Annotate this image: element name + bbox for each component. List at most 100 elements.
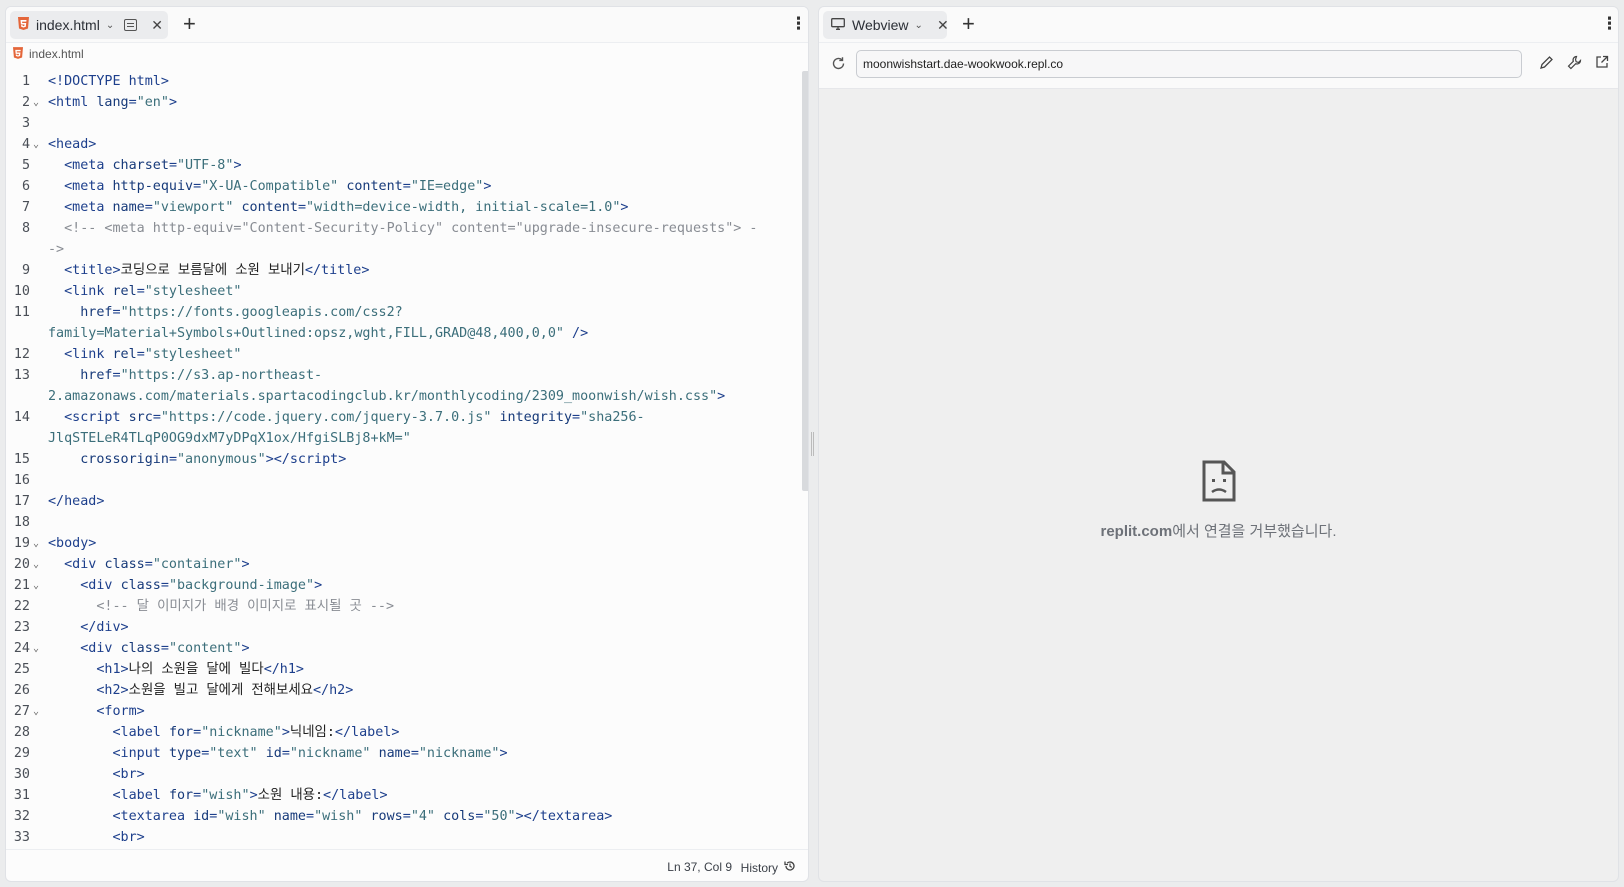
code-line[interactable]: 5 <meta charset="UTF-8"> (6, 155, 796, 176)
code-text: <label for="wish">소원 내용:</label> (112, 788, 388, 803)
line-number: 32 (13, 809, 30, 824)
more-options-icon[interactable]: ⋮ (790, 15, 807, 33)
code-line[interactable]: 10 <link rel="stylesheet" (6, 281, 796, 302)
code-line[interactable]: 25 <h1>나의 소원을 달에 빌다</h1> (6, 659, 796, 680)
code-line[interactable]: 31 <label for="wish">소원 내용:</label> (6, 785, 796, 806)
more-options-icon[interactable]: ⋮ (1601, 15, 1618, 33)
code-line[interactable]: 9 <title>코딩으로 보름달에 소원 보내기</title> (6, 260, 796, 281)
code-line[interactable]: 29 <input type="text" id="nickname" name… (6, 743, 796, 764)
history-button[interactable]: History (741, 860, 796, 875)
code-line[interactable]: 13 href="https://s3.ap-northeast- (6, 365, 796, 386)
chevron-down-icon[interactable]: ⌄ (915, 20, 923, 31)
code-text: <body> (48, 536, 97, 551)
code-line[interactable]: 7 <meta name="viewport" content="width=d… (6, 197, 796, 218)
code-line[interactable]: 14 <script src="https://code.jquery.com/… (6, 407, 796, 428)
code-text: <!DOCTYPE html> (48, 74, 169, 89)
url-input[interactable] (856, 50, 1522, 78)
code-text: -> (48, 242, 65, 257)
code-text: <textarea id="wish" name="wish" rows="4"… (112, 809, 613, 824)
pane-resize-handle[interactable] (811, 432, 814, 456)
reload-icon[interactable] (831, 56, 846, 75)
fold-chevron-icon[interactable]: ⌄ (33, 701, 39, 722)
code-line[interactable]: 2.amazonaws.com/materials.spartacodingcl… (6, 386, 796, 407)
code-line[interactable]: 17 </head> (6, 491, 796, 512)
tab-label: Webview (852, 17, 909, 33)
code-text: <html lang="en"> (48, 95, 177, 110)
code-line[interactable]: 11 href="https://fonts.googleapis.com/cs… (6, 302, 796, 323)
code-line[interactable]: -> (6, 239, 796, 260)
code-line[interactable]: 27 ⌄ <form> (6, 701, 796, 722)
code-line[interactable]: 18 (6, 512, 796, 533)
code-text: <br> (112, 830, 145, 845)
code-line[interactable]: 12 <link rel="stylesheet" (6, 344, 796, 365)
editor-tabbar: index.html ⌄ ✕ + ⋮ (6, 7, 808, 43)
code-line[interactable]: 3 (6, 113, 796, 134)
html5-file-icon (18, 17, 29, 33)
line-number: 17 (13, 494, 30, 509)
line-number: 6 (21, 179, 30, 194)
line-number: 29 (13, 746, 30, 761)
sad-file-icon (1201, 459, 1237, 508)
code-text: <label for="nickname">닉네임:</label> (112, 725, 400, 740)
code-line[interactable]: 23 </div> (6, 617, 796, 638)
line-number: 27 (13, 704, 30, 719)
url-bar (819, 43, 1618, 89)
code-editor[interactable]: 1 <!DOCTYPE html> 2 ⌄ <html lang="en"> 3 4 ⌄ <he… (6, 71, 796, 853)
history-icon (784, 860, 796, 875)
code-line[interactable]: 30 <br> (6, 764, 796, 785)
breadcrumb-file[interactable]: index.html (29, 47, 84, 61)
code-line[interactable]: 32 <textarea id="wish" name="wish" rows=… (6, 806, 796, 827)
line-number: 23 (13, 620, 30, 635)
pencil-icon[interactable] (1539, 55, 1554, 74)
code-line[interactable]: 22 <!-- 달 이미지가 배경 이미지로 표시될 곳 --> (6, 596, 796, 617)
code-line[interactable]: 16 (6, 470, 796, 491)
line-number: 33 (13, 830, 30, 845)
code-line[interactable]: 15 crossorigin="anonymous"></script> (6, 449, 796, 470)
line-number: 15 (13, 452, 30, 467)
tab-index-html[interactable]: index.html ⌄ ✕ (10, 11, 168, 39)
chevron-down-icon[interactable]: ⌄ (106, 20, 114, 31)
fold-chevron-icon[interactable]: ⌄ (33, 554, 39, 575)
code-line[interactable]: 2 ⌄ <html lang="en"> (6, 92, 796, 113)
code-line[interactable]: JlqSTELeR4TLqP0OG9dxM7yDPqX1ox/HfgiSLBj8… (6, 428, 796, 449)
close-icon[interactable]: ✕ (937, 17, 949, 34)
code-line[interactable]: 28 <label for="nickname">닉네임:</label> (6, 722, 796, 743)
code-line[interactable]: 24 ⌄ <div class="content"> (6, 638, 796, 659)
split-view-icon[interactable] (124, 19, 138, 31)
code-line[interactable]: family=Material+Symbols+Outlined:opsz,wg… (6, 323, 796, 344)
editor-pane: index.html ⌄ ✕ + ⋮ index.html 1 <!DOCTYPE… (5, 6, 809, 882)
code-line[interactable]: 20 ⌄ <div class="container"> (6, 554, 796, 575)
cursor-position[interactable]: Ln 37, Col 9 (667, 860, 732, 874)
code-text: <link rel="stylesheet" (64, 347, 242, 362)
editor-scrollbar[interactable] (802, 71, 808, 491)
line-number: 4 (21, 137, 30, 152)
fold-chevron-icon[interactable]: ⌄ (33, 92, 39, 113)
code-line[interactable]: 26 <h2>소원을 빌고 달에게 전해보세요</h2> (6, 680, 796, 701)
tab-webview[interactable]: Webview ⌄ ✕ (823, 11, 949, 39)
close-icon[interactable]: ✕ (151, 17, 163, 34)
error-domain: replit.com (1100, 523, 1173, 540)
code-text: <!-- <meta http-equiv="Content-Security-… (64, 221, 758, 236)
code-line[interactable]: 4 ⌄ <head> (6, 134, 796, 155)
code-line[interactable]: 1 <!DOCTYPE html> (6, 71, 796, 92)
code-text: <div class="background-image"> (80, 578, 323, 593)
fold-chevron-icon[interactable]: ⌄ (33, 638, 39, 659)
code-text: <script src="https://code.jquery.com/jqu… (64, 410, 645, 425)
wrench-icon[interactable] (1567, 55, 1582, 74)
fold-chevron-icon[interactable]: ⌄ (33, 575, 39, 596)
open-external-icon[interactable] (1595, 55, 1609, 73)
code-text: JlqSTELeR4TLqP0OG9dxM7yDPqX1ox/HfgiSLBj8… (48, 431, 411, 446)
line-number: 8 (21, 221, 30, 236)
code-line[interactable]: 8 <!-- <meta http-equiv="Content-Securit… (6, 218, 796, 239)
add-tab-icon[interactable]: + (183, 13, 196, 35)
fold-chevron-icon[interactable]: ⌄ (33, 533, 39, 554)
code-line[interactable]: 6 <meta http-equiv="X-UA-Compatible" con… (6, 176, 796, 197)
code-line[interactable]: 33 <br> (6, 827, 796, 848)
line-number: 25 (13, 662, 30, 677)
code-line[interactable]: 19 ⌄ <body> (6, 533, 796, 554)
code-text: <br> (112, 767, 145, 782)
add-tab-icon[interactable]: + (962, 13, 975, 35)
fold-chevron-icon[interactable]: ⌄ (33, 134, 39, 155)
code-line[interactable]: 21 ⌄ <div class="background-image"> (6, 575, 796, 596)
line-number: 12 (13, 347, 30, 362)
